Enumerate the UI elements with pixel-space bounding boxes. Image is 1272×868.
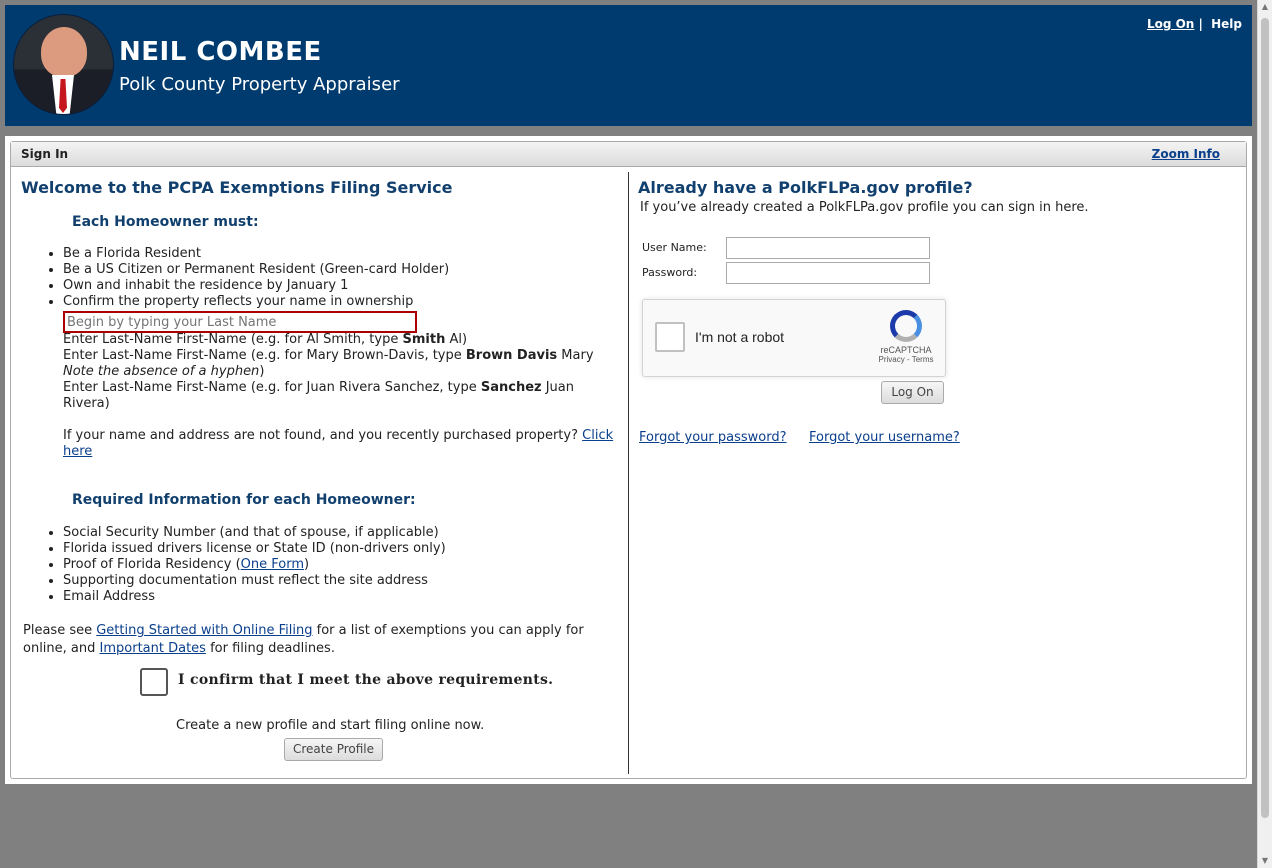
recaptcha-brand: reCAPTCHA (880, 345, 932, 355)
one-form-link[interactable]: One Form (241, 557, 304, 572)
list-item: Confirm the property reflects your name … (63, 294, 449, 310)
top-links: Log On | Help (1147, 17, 1242, 31)
required-info-heading: Required Information for each Homeowner: (72, 492, 416, 508)
signin-panel: Sign In Zoom Info Welcome to the PCPA Ex… (10, 141, 1247, 779)
getting-started-link[interactable]: Getting Started with Online Filing (96, 623, 312, 638)
forgot-username-link[interactable]: Forgot your username? (809, 430, 960, 445)
see-also-paragraph: Please see Getting Started with Online F… (23, 623, 584, 656)
site-header: NEIL COMBEE Polk County Property Apprais… (5, 5, 1252, 126)
scroll-down-icon[interactable]: ▼ (1258, 854, 1272, 868)
page-content: Sign In Zoom Info Welcome to the PCPA Ex… (5, 136, 1252, 784)
forgot-password-link[interactable]: Forgot your password? (639, 430, 787, 445)
recaptcha-widget: I'm not a robot reCAPTCHA Privacy - Term… (642, 299, 946, 377)
link-separator: | (1198, 17, 1203, 31)
recaptcha-logo: reCAPTCHA Privacy - Terms (876, 310, 936, 364)
hint-brown-davis: Enter Last-Name First-Name (e.g. for Mar… (63, 348, 594, 379)
recaptcha-checkbox[interactable] (655, 322, 685, 352)
header-subtitle: Polk County Property Appraiser (119, 74, 400, 95)
password-input[interactable] (726, 262, 930, 284)
confirm-requirements-label: I confirm that I meet the above requirem… (178, 672, 554, 688)
profile-heading: Already have a PolkFLPa.gov profile? (638, 178, 973, 197)
create-profile-text: Create a new profile and start filing on… (176, 718, 485, 733)
important-dates-link[interactable]: Important Dates (100, 641, 206, 656)
recaptcha-label: I'm not a robot (695, 329, 785, 345)
create-profile-button[interactable]: Create Profile (284, 738, 383, 761)
appraiser-photo (13, 14, 114, 115)
scroll-up-icon[interactable]: ▲ (1258, 0, 1272, 14)
help-link[interactable]: Help (1211, 17, 1242, 31)
homeowner-requirements: Be a Florida Resident Be a US Citizen or… (31, 246, 449, 310)
recaptcha-terms[interactable]: Privacy - Terms (876, 355, 936, 364)
scrollbar-thumb[interactable] (1261, 18, 1269, 818)
list-item: Florida issued drivers license or State … (63, 541, 446, 557)
homeowner-heading: Each Homeowner must: (72, 214, 259, 230)
list-item: Own and inhabit the residence by January… (63, 278, 449, 294)
panel-header: Sign In Zoom Info (11, 142, 1246, 167)
list-item: Social Security Number (and that of spou… (63, 525, 446, 541)
confirm-requirements-checkbox[interactable] (140, 668, 168, 696)
signin-intro: If you’ve already created a PolkFLPa.gov… (640, 200, 1089, 215)
hint-smith: Enter Last-Name First-Name (e.g. for Al … (63, 332, 468, 347)
username-label: User Name: (642, 241, 707, 254)
username-input[interactable] (726, 237, 930, 259)
last-name-search-input[interactable] (63, 311, 417, 333)
password-label: Password: (642, 266, 698, 279)
required-info-list: Social Security Number (and that of spou… (31, 525, 446, 605)
appraiser-name: NEIL COMBEE (119, 37, 322, 67)
zoom-info-link[interactable]: Zoom Info (1152, 147, 1220, 161)
column-divider (628, 172, 629, 774)
list-item: Email Address (63, 589, 446, 605)
hint-sanchez: Enter Last-Name First-Name (e.g. for Jua… (63, 380, 574, 411)
list-item: Be a US Citizen or Permanent Resident (G… (63, 262, 449, 278)
list-item: Be a Florida Resident (63, 246, 449, 262)
logon-button[interactable]: Log On (881, 381, 944, 404)
recaptcha-icon (890, 310, 922, 342)
page-scrollbar[interactable]: ▲ ▼ (1257, 0, 1272, 868)
list-item: Supporting documentation must reflect th… (63, 573, 446, 589)
list-item: Proof of Florida Residency (One Form) (63, 557, 446, 573)
panel-title: Sign In (21, 147, 69, 161)
not-found-note: If your name and address are not found, … (63, 428, 614, 459)
welcome-heading: Welcome to the PCPA Exemptions Filing Se… (21, 178, 453, 197)
logon-link[interactable]: Log On (1147, 17, 1194, 31)
